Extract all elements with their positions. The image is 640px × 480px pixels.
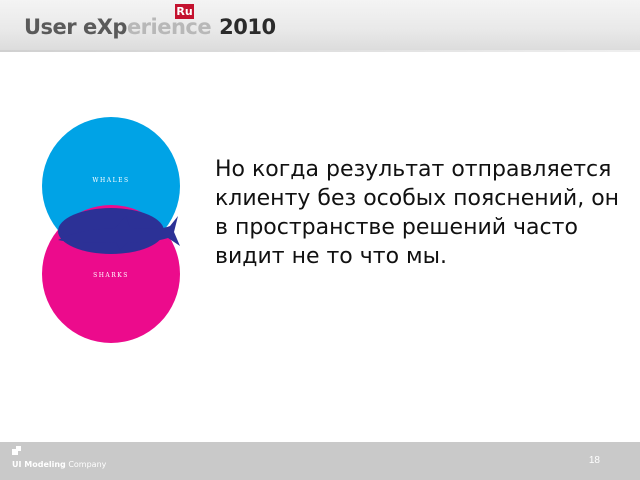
page-number: 18 [588, 455, 600, 466]
company-name-bold: UI Modeling [12, 460, 66, 469]
slide-body-text: Но когда результат отправляется клиенту … [215, 157, 620, 269]
logo-part1: User eXp [24, 15, 127, 39]
logo-part2: erience [126, 15, 212, 39]
venn-illustration: WHALES SHARKS [40, 114, 184, 346]
logo-badge: Ru [175, 4, 194, 19]
company-name-rest: Company [68, 460, 107, 469]
company-name: UI Modeling Company [12, 460, 106, 469]
header-divider [0, 50, 640, 52]
logo-wordmark: User eXperience 2010 [24, 12, 276, 42]
shark-icon [58, 216, 180, 250]
whales-label: WHALES [92, 177, 130, 184]
logo-year: 2010 [219, 15, 276, 39]
sharks-label: SHARKS [93, 272, 129, 279]
footer-bar: UI Modeling Company 18 [0, 442, 640, 480]
company-mark-icon [12, 446, 21, 455]
